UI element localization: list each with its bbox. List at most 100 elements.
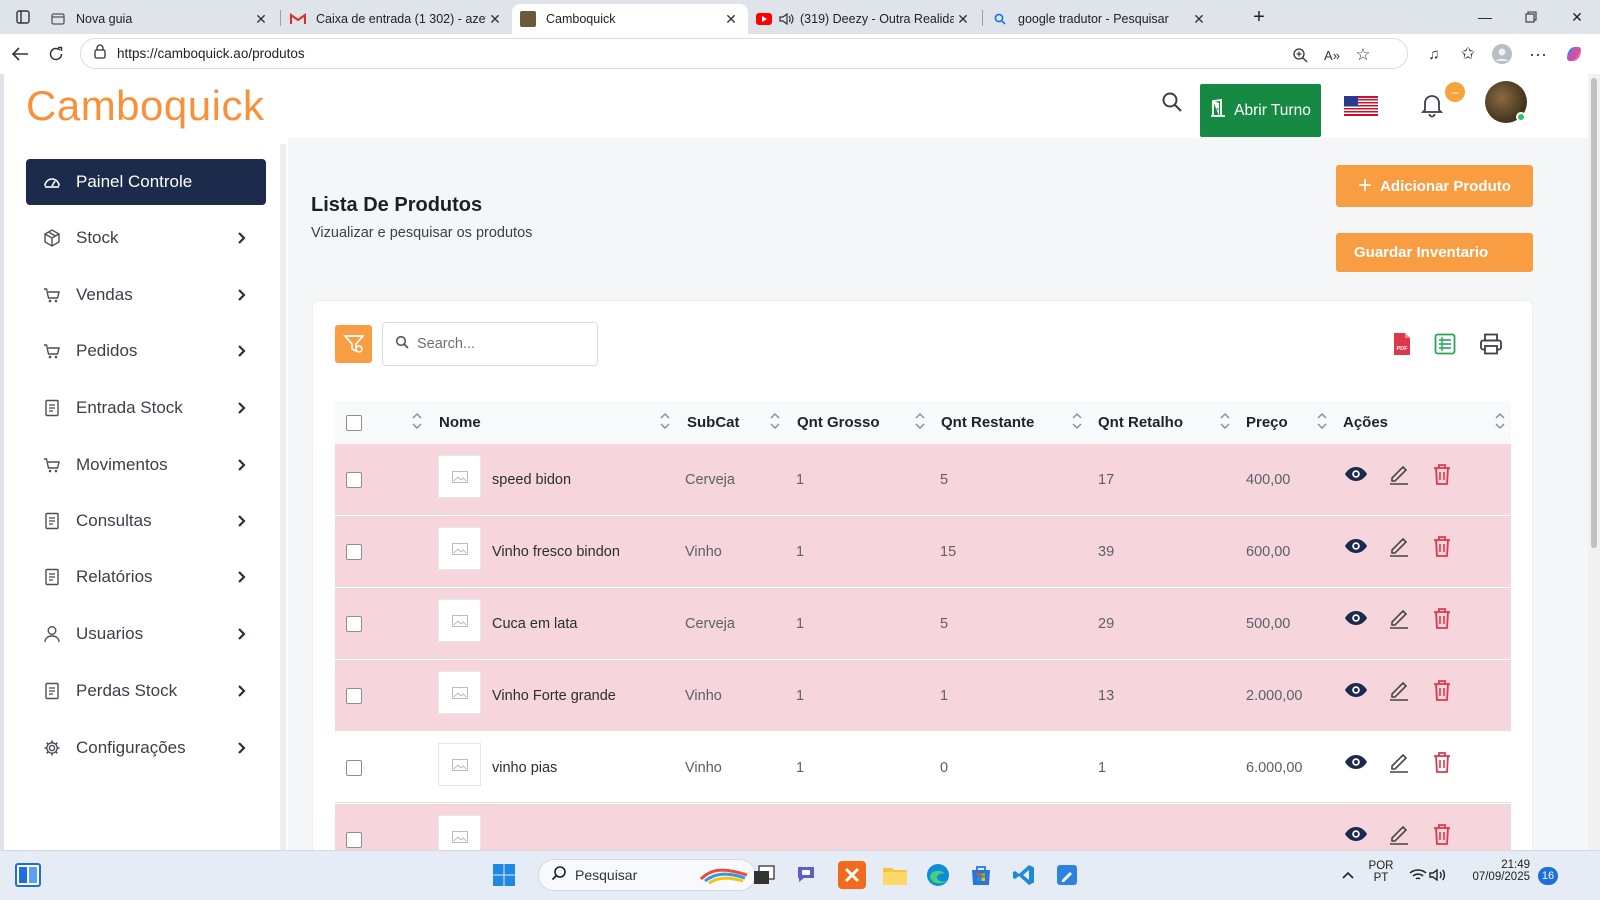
edit-pencil-icon[interactable] bbox=[1387, 534, 1411, 558]
search-input[interactable] bbox=[417, 336, 577, 352]
sidebar-item-stock[interactable]: Stock bbox=[26, 215, 266, 261]
column-header-subcat[interactable]: SubCat bbox=[687, 401, 740, 444]
url-bar[interactable]: https://camboquick.ao/produtos A» ☆ bbox=[80, 38, 1408, 69]
chevron-up-icon[interactable] bbox=[1334, 861, 1362, 889]
edit-pencil-icon[interactable] bbox=[1387, 678, 1411, 702]
close-icon[interactable]: ✕ bbox=[1190, 11, 1208, 28]
page-scrollbar-thumb[interactable] bbox=[1591, 78, 1597, 548]
us-flag-icon[interactable] bbox=[1344, 96, 1378, 116]
table-row[interactable]: Vinho fresco bindon Vinho 1 15 39 600,00 bbox=[335, 516, 1511, 587]
pdf-export-icon[interactable]: PDF bbox=[1390, 331, 1414, 357]
minimize-icon[interactable]: — bbox=[1462, 0, 1508, 34]
vscode-icon[interactable] bbox=[1010, 861, 1038, 889]
profile-icon[interactable] bbox=[1488, 40, 1516, 68]
table-row[interactable]: Vinho Forte grande Vinho 1 1 13 2.000,00 bbox=[335, 660, 1511, 731]
delete-trash-icon[interactable] bbox=[1430, 822, 1454, 846]
sidebar-scrollbar[interactable] bbox=[280, 144, 286, 850]
browser-tab-youtube[interactable]: (319) Deezy - Outra Realidad ✕ bbox=[748, 4, 980, 34]
table-row[interactable]: vinho pias Vinho 1 0 1 6.000,00 bbox=[335, 732, 1511, 803]
volume-icon[interactable] bbox=[1424, 861, 1452, 889]
close-icon[interactable]: ✕ bbox=[252, 11, 270, 28]
sidebar-item-entrada-stock[interactable]: Entrada Stock bbox=[26, 385, 266, 431]
close-icon[interactable]: ✕ bbox=[722, 11, 740, 28]
row-checkbox[interactable] bbox=[346, 688, 362, 704]
app-logo[interactable]: Camboquick bbox=[26, 82, 264, 130]
delete-trash-icon[interactable] bbox=[1430, 750, 1454, 774]
file-explorer-icon[interactable] bbox=[881, 861, 909, 889]
close-window-icon[interactable]: ✕ bbox=[1554, 0, 1600, 34]
edit-pencil-icon[interactable] bbox=[1387, 606, 1411, 630]
sort-icon[interactable] bbox=[1495, 410, 1505, 432]
view-eye-icon[interactable] bbox=[1344, 750, 1368, 774]
print-icon[interactable] bbox=[1478, 331, 1504, 357]
tab-actions-icon[interactable] bbox=[0, 0, 46, 34]
view-eye-icon[interactable] bbox=[1344, 534, 1368, 558]
sidebar-item-vendas[interactable]: Vendas bbox=[26, 272, 266, 318]
task-view-icon[interactable] bbox=[750, 861, 778, 889]
windows-start-icon[interactable] bbox=[490, 861, 518, 889]
sort-icon[interactable] bbox=[1220, 410, 1230, 432]
column-header-nome[interactable]: Nome bbox=[439, 401, 481, 444]
view-eye-icon[interactable] bbox=[1344, 462, 1368, 486]
sort-icon[interactable] bbox=[915, 410, 925, 432]
row-checkbox[interactable] bbox=[346, 616, 362, 632]
widgets-icon[interactable] bbox=[14, 861, 42, 889]
row-checkbox[interactable] bbox=[346, 760, 362, 776]
table-row[interactable]: speed bidon Cerveja 1 5 17 400,00 bbox=[335, 444, 1511, 515]
filter-button[interactable] bbox=[335, 325, 372, 363]
restore-icon[interactable] bbox=[1508, 0, 1554, 34]
microsoft-store-icon[interactable] bbox=[967, 861, 995, 889]
keyboard-language[interactable]: POR PT bbox=[1364, 860, 1398, 884]
sidebar-item-consultas[interactable]: Consultas bbox=[26, 498, 266, 544]
search-icon[interactable] bbox=[1160, 90, 1186, 116]
browser-tab-google-search[interactable]: google tradutor - Pesquisar ✕ bbox=[984, 4, 1216, 34]
speaker-icon[interactable] bbox=[778, 11, 794, 27]
save-inventory-button[interactable]: Guardar Inventario bbox=[1336, 233, 1533, 272]
sort-icon[interactable] bbox=[1317, 410, 1327, 432]
row-checkbox[interactable] bbox=[346, 544, 362, 560]
xampp-icon[interactable] bbox=[838, 861, 866, 889]
row-checkbox[interactable] bbox=[346, 832, 362, 848]
sidebar-item-perdas-stock[interactable]: Perdas Stock bbox=[26, 668, 266, 714]
open-shift-button[interactable]: Abrir Turno bbox=[1200, 84, 1321, 137]
notification-count-badge[interactable]: 16 bbox=[1538, 867, 1558, 885]
meet-icon[interactable] bbox=[794, 861, 822, 889]
edit-pencil-icon[interactable] bbox=[1387, 822, 1411, 846]
paint-icon[interactable] bbox=[1053, 861, 1081, 889]
sidebar-item-painel-controle[interactable]: Painel Controle bbox=[26, 159, 266, 205]
view-eye-icon[interactable] bbox=[1344, 606, 1368, 630]
column-header-preco[interactable]: Preço bbox=[1246, 401, 1288, 444]
table-row[interactable] bbox=[335, 804, 1511, 850]
delete-trash-icon[interactable] bbox=[1430, 606, 1454, 630]
close-icon[interactable]: ✕ bbox=[954, 11, 972, 28]
taskbar-search[interactable]: Pesquisar bbox=[538, 859, 756, 891]
read-aloud-icon[interactable]: A» bbox=[1321, 45, 1343, 65]
browser-tab-camboquick[interactable]: Camboquick ✕ bbox=[512, 4, 748, 34]
row-checkbox[interactable] bbox=[346, 472, 362, 488]
column-header-qnt-grosso[interactable]: Qnt Grosso bbox=[797, 401, 880, 444]
delete-trash-icon[interactable] bbox=[1430, 534, 1454, 558]
extensions-icon[interactable]: ♫ bbox=[1420, 40, 1448, 68]
edit-pencil-icon[interactable] bbox=[1387, 462, 1411, 486]
column-header-qnt-retalho[interactable]: Qnt Retalho bbox=[1098, 401, 1183, 444]
edge-browser-icon[interactable] bbox=[924, 861, 952, 889]
favorite-star-icon[interactable]: ☆ bbox=[1352, 45, 1374, 65]
view-eye-icon[interactable] bbox=[1344, 678, 1368, 702]
table-row[interactable]: Cuca em lata Cerveja 1 5 29 500,00 bbox=[335, 588, 1511, 659]
sidebar-item-configuracoes[interactable]: Configurações bbox=[26, 725, 266, 771]
new-tab-button[interactable]: + bbox=[1236, 0, 1282, 34]
delete-trash-icon[interactable] bbox=[1430, 462, 1454, 486]
close-icon[interactable]: ✕ bbox=[486, 11, 504, 28]
sort-icon[interactable] bbox=[770, 410, 780, 432]
sort-icon[interactable] bbox=[412, 410, 422, 432]
sort-icon[interactable] bbox=[1072, 410, 1082, 432]
browser-tab-new[interactable]: Nova guia ✕ bbox=[42, 4, 278, 34]
refresh-icon[interactable] bbox=[42, 40, 70, 68]
page-scrollbar[interactable] bbox=[1588, 74, 1600, 850]
delete-trash-icon[interactable] bbox=[1430, 678, 1454, 702]
excel-export-icon[interactable] bbox=[1433, 331, 1457, 357]
sidebar-item-relatorios[interactable]: Relatórios bbox=[26, 554, 266, 600]
sidebar-item-usuarios[interactable]: Usuarios bbox=[26, 611, 266, 657]
sidebar-item-movimentos[interactable]: Movimentos bbox=[26, 442, 266, 488]
zoom-icon[interactable] bbox=[1289, 45, 1311, 65]
